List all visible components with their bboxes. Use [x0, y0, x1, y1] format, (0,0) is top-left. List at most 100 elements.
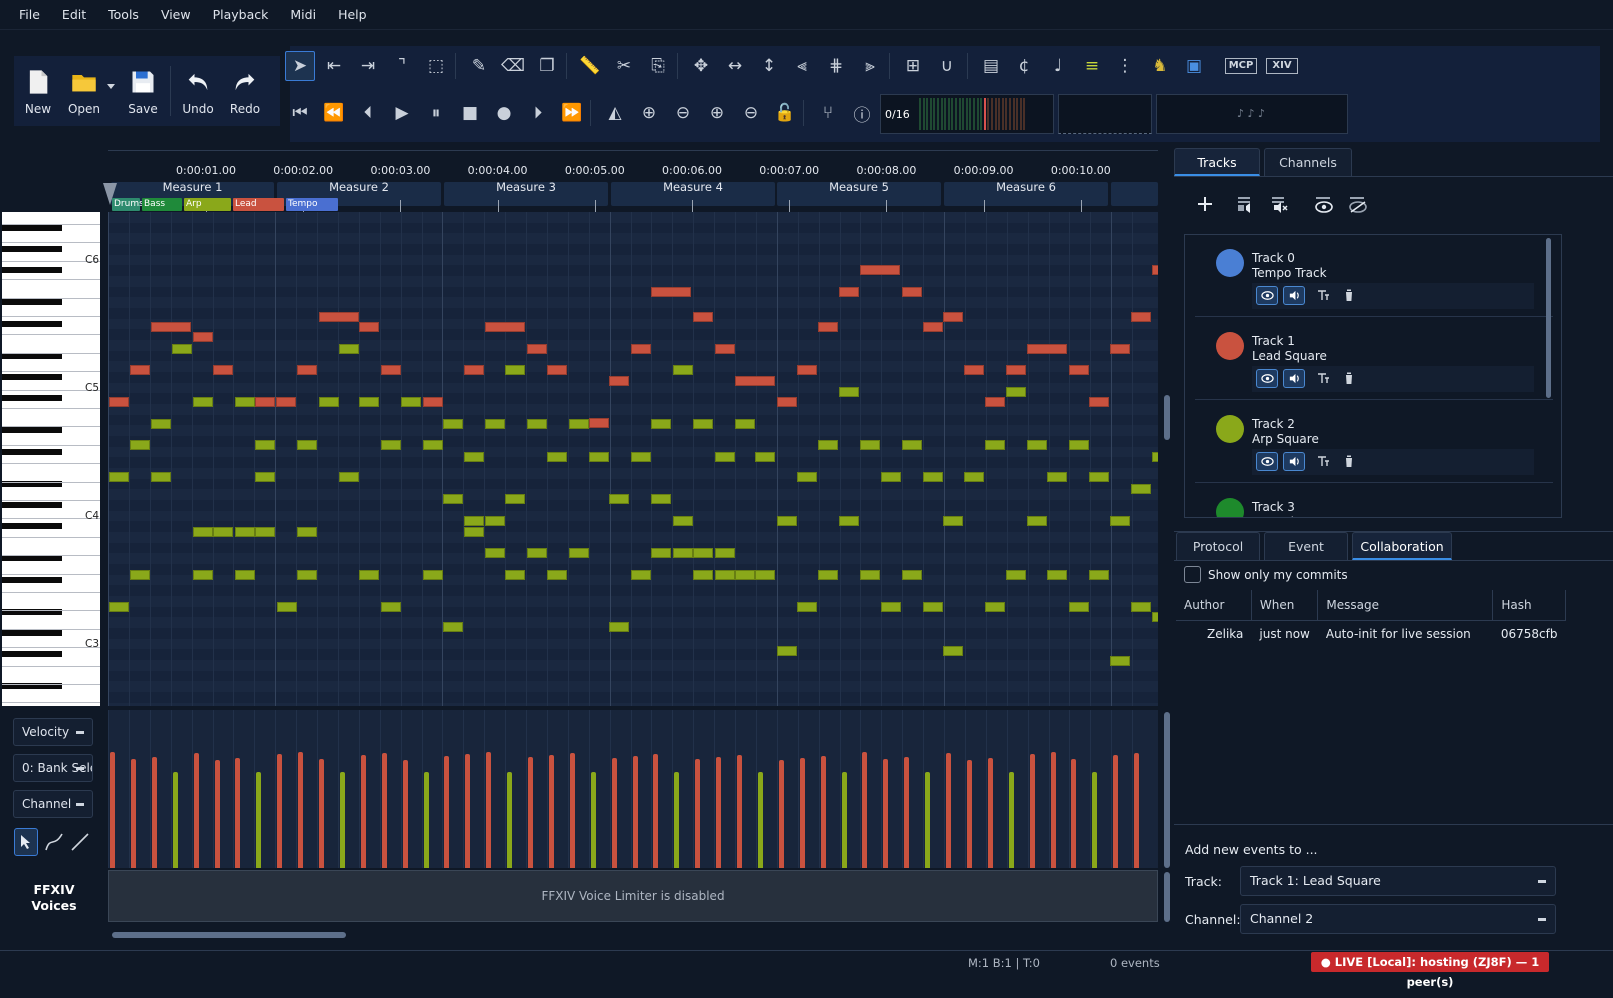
arp-note[interactable] [923, 602, 943, 612]
equalizer-tool[interactable]: ≡ [1077, 51, 1107, 81]
velocity-bar[interactable] [130, 759, 136, 868]
bank-selector[interactable]: 0: Bank Select [13, 754, 93, 782]
zoom-out-horizontal-button[interactable]: ⊖ [736, 98, 766, 128]
arp-note[interactable] [755, 570, 775, 580]
rename-icon[interactable] [1316, 288, 1330, 302]
menu-tools[interactable]: Tools [97, 7, 150, 22]
black-key[interactable] [2, 224, 62, 231]
track-tag-drums[interactable]: Drums [112, 198, 144, 211]
velocity-bar[interactable] [1008, 772, 1014, 868]
arp-note[interactable] [151, 419, 171, 429]
velocity-bar[interactable] [110, 752, 115, 868]
arp-note[interactable] [693, 419, 713, 429]
black-key[interactable] [2, 395, 62, 402]
lead-note[interactable] [777, 397, 797, 407]
lead-note[interactable] [1152, 265, 1158, 275]
velocity-lane[interactable] [108, 710, 1158, 868]
rectangle-select-tool[interactable]: ⬚ [421, 51, 451, 81]
arp-note[interactable] [1131, 602, 1151, 612]
velocity-bar[interactable] [946, 753, 951, 868]
visibility-toggle[interactable] [1256, 369, 1278, 388]
menu-edit[interactable]: Edit [51, 7, 97, 22]
lead-note[interactable] [1027, 344, 1067, 354]
scissors-tool[interactable]: ✂ [609, 51, 639, 81]
split-tool[interactable]: ⋮ [1110, 51, 1140, 81]
cursor-left-tool[interactable]: ⇤ [319, 51, 349, 81]
pointer-tool[interactable] [14, 828, 38, 856]
arp-note[interactable] [797, 472, 817, 482]
step-back-button[interactable]: ⏴ [353, 98, 383, 128]
velocity-bar[interactable] [820, 756, 826, 868]
lead-note[interactable] [651, 287, 691, 297]
lead-note[interactable] [359, 322, 379, 332]
arp-note[interactable] [673, 365, 693, 375]
menu-view[interactable]: View [150, 7, 202, 22]
track-card[interactable]: Track 3Bass Line [1195, 484, 1553, 517]
black-key[interactable] [2, 651, 62, 658]
lead-note[interactable] [381, 365, 401, 375]
glue-tool[interactable]: ⌝ [387, 51, 417, 81]
velocity-bar[interactable] [360, 755, 366, 868]
arp-note[interactable] [860, 570, 880, 580]
hide-all-tracks-icon[interactable] [1348, 194, 1368, 214]
arp-note[interactable] [985, 602, 1005, 612]
arp-note[interactable] [485, 419, 505, 429]
tab-protocol[interactable]: Protocol [1176, 532, 1260, 560]
arp-note[interactable] [715, 452, 735, 462]
velocity-bar[interactable] [1071, 759, 1077, 868]
visibility-toggle[interactable] [1256, 452, 1278, 471]
arp-note[interactable] [193, 397, 213, 407]
velocity-bar[interactable] [465, 754, 471, 868]
tempo-tool[interactable]: ♩ [1043, 51, 1073, 81]
velocity-bar[interactable] [548, 755, 554, 868]
lead-note[interactable] [1110, 344, 1130, 354]
channel-selector[interactable]: Channel [13, 790, 93, 818]
velocity-bar[interactable] [1029, 754, 1035, 868]
prev-marker-button[interactable]: ⏪ [319, 98, 349, 128]
arp-note[interactable] [109, 602, 129, 612]
lead-note[interactable] [527, 344, 547, 354]
arp-note[interactable] [213, 527, 233, 537]
arp-note[interactable] [1027, 440, 1047, 450]
show-all-tracks-icon[interactable] [1314, 194, 1334, 214]
black-key[interactable] [2, 523, 62, 530]
channel-tool[interactable]: ▤ [976, 51, 1006, 81]
black-key[interactable] [2, 630, 62, 637]
arp-note[interactable] [527, 548, 547, 558]
velocity-bar[interactable] [277, 754, 283, 868]
measure-block[interactable]: Measure 5 [777, 181, 941, 206]
lead-note[interactable] [109, 397, 129, 407]
velocity-bar[interactable] [486, 752, 492, 868]
align-left-tool[interactable]: ⫷ [787, 51, 817, 81]
arp-note[interactable] [569, 419, 589, 429]
lead-note[interactable] [923, 322, 943, 332]
arp-note[interactable] [651, 494, 671, 504]
arp-note[interactable] [1131, 484, 1151, 494]
arp-note[interactable] [755, 452, 775, 462]
arp-note[interactable] [839, 387, 859, 397]
arp-note[interactable] [359, 397, 379, 407]
align-right-tool[interactable]: ⫸ [855, 51, 885, 81]
measure-block[interactable]: Measure 6 [944, 181, 1108, 206]
line-tool-icon[interactable] [70, 832, 90, 852]
lead-note[interactable] [423, 397, 443, 407]
sound-toggle[interactable] [1283, 286, 1305, 305]
arp-note[interactable] [297, 570, 317, 580]
velocity-bar[interactable] [590, 772, 596, 868]
arp-note[interactable] [609, 494, 629, 504]
arp-note[interactable] [423, 570, 443, 580]
lead-note[interactable] [693, 312, 713, 322]
arp-note[interactable] [631, 570, 651, 580]
arp-note[interactable] [381, 602, 401, 612]
arp-note[interactable] [505, 365, 525, 375]
arp-note[interactable] [881, 472, 901, 482]
arp-note[interactable] [297, 527, 317, 537]
move-horizontal-tool[interactable]: ↔ [720, 51, 750, 81]
menu-playback[interactable]: Playback [202, 7, 280, 22]
arp-note[interactable] [381, 440, 401, 450]
track-tag-tempo-track[interactable]: Tempo Track [286, 198, 338, 222]
black-key[interactable] [2, 555, 62, 562]
arp-note[interactable] [1152, 612, 1158, 622]
column-header-when[interactable]: When [1251, 590, 1319, 621]
arp-note[interactable] [735, 570, 755, 580]
